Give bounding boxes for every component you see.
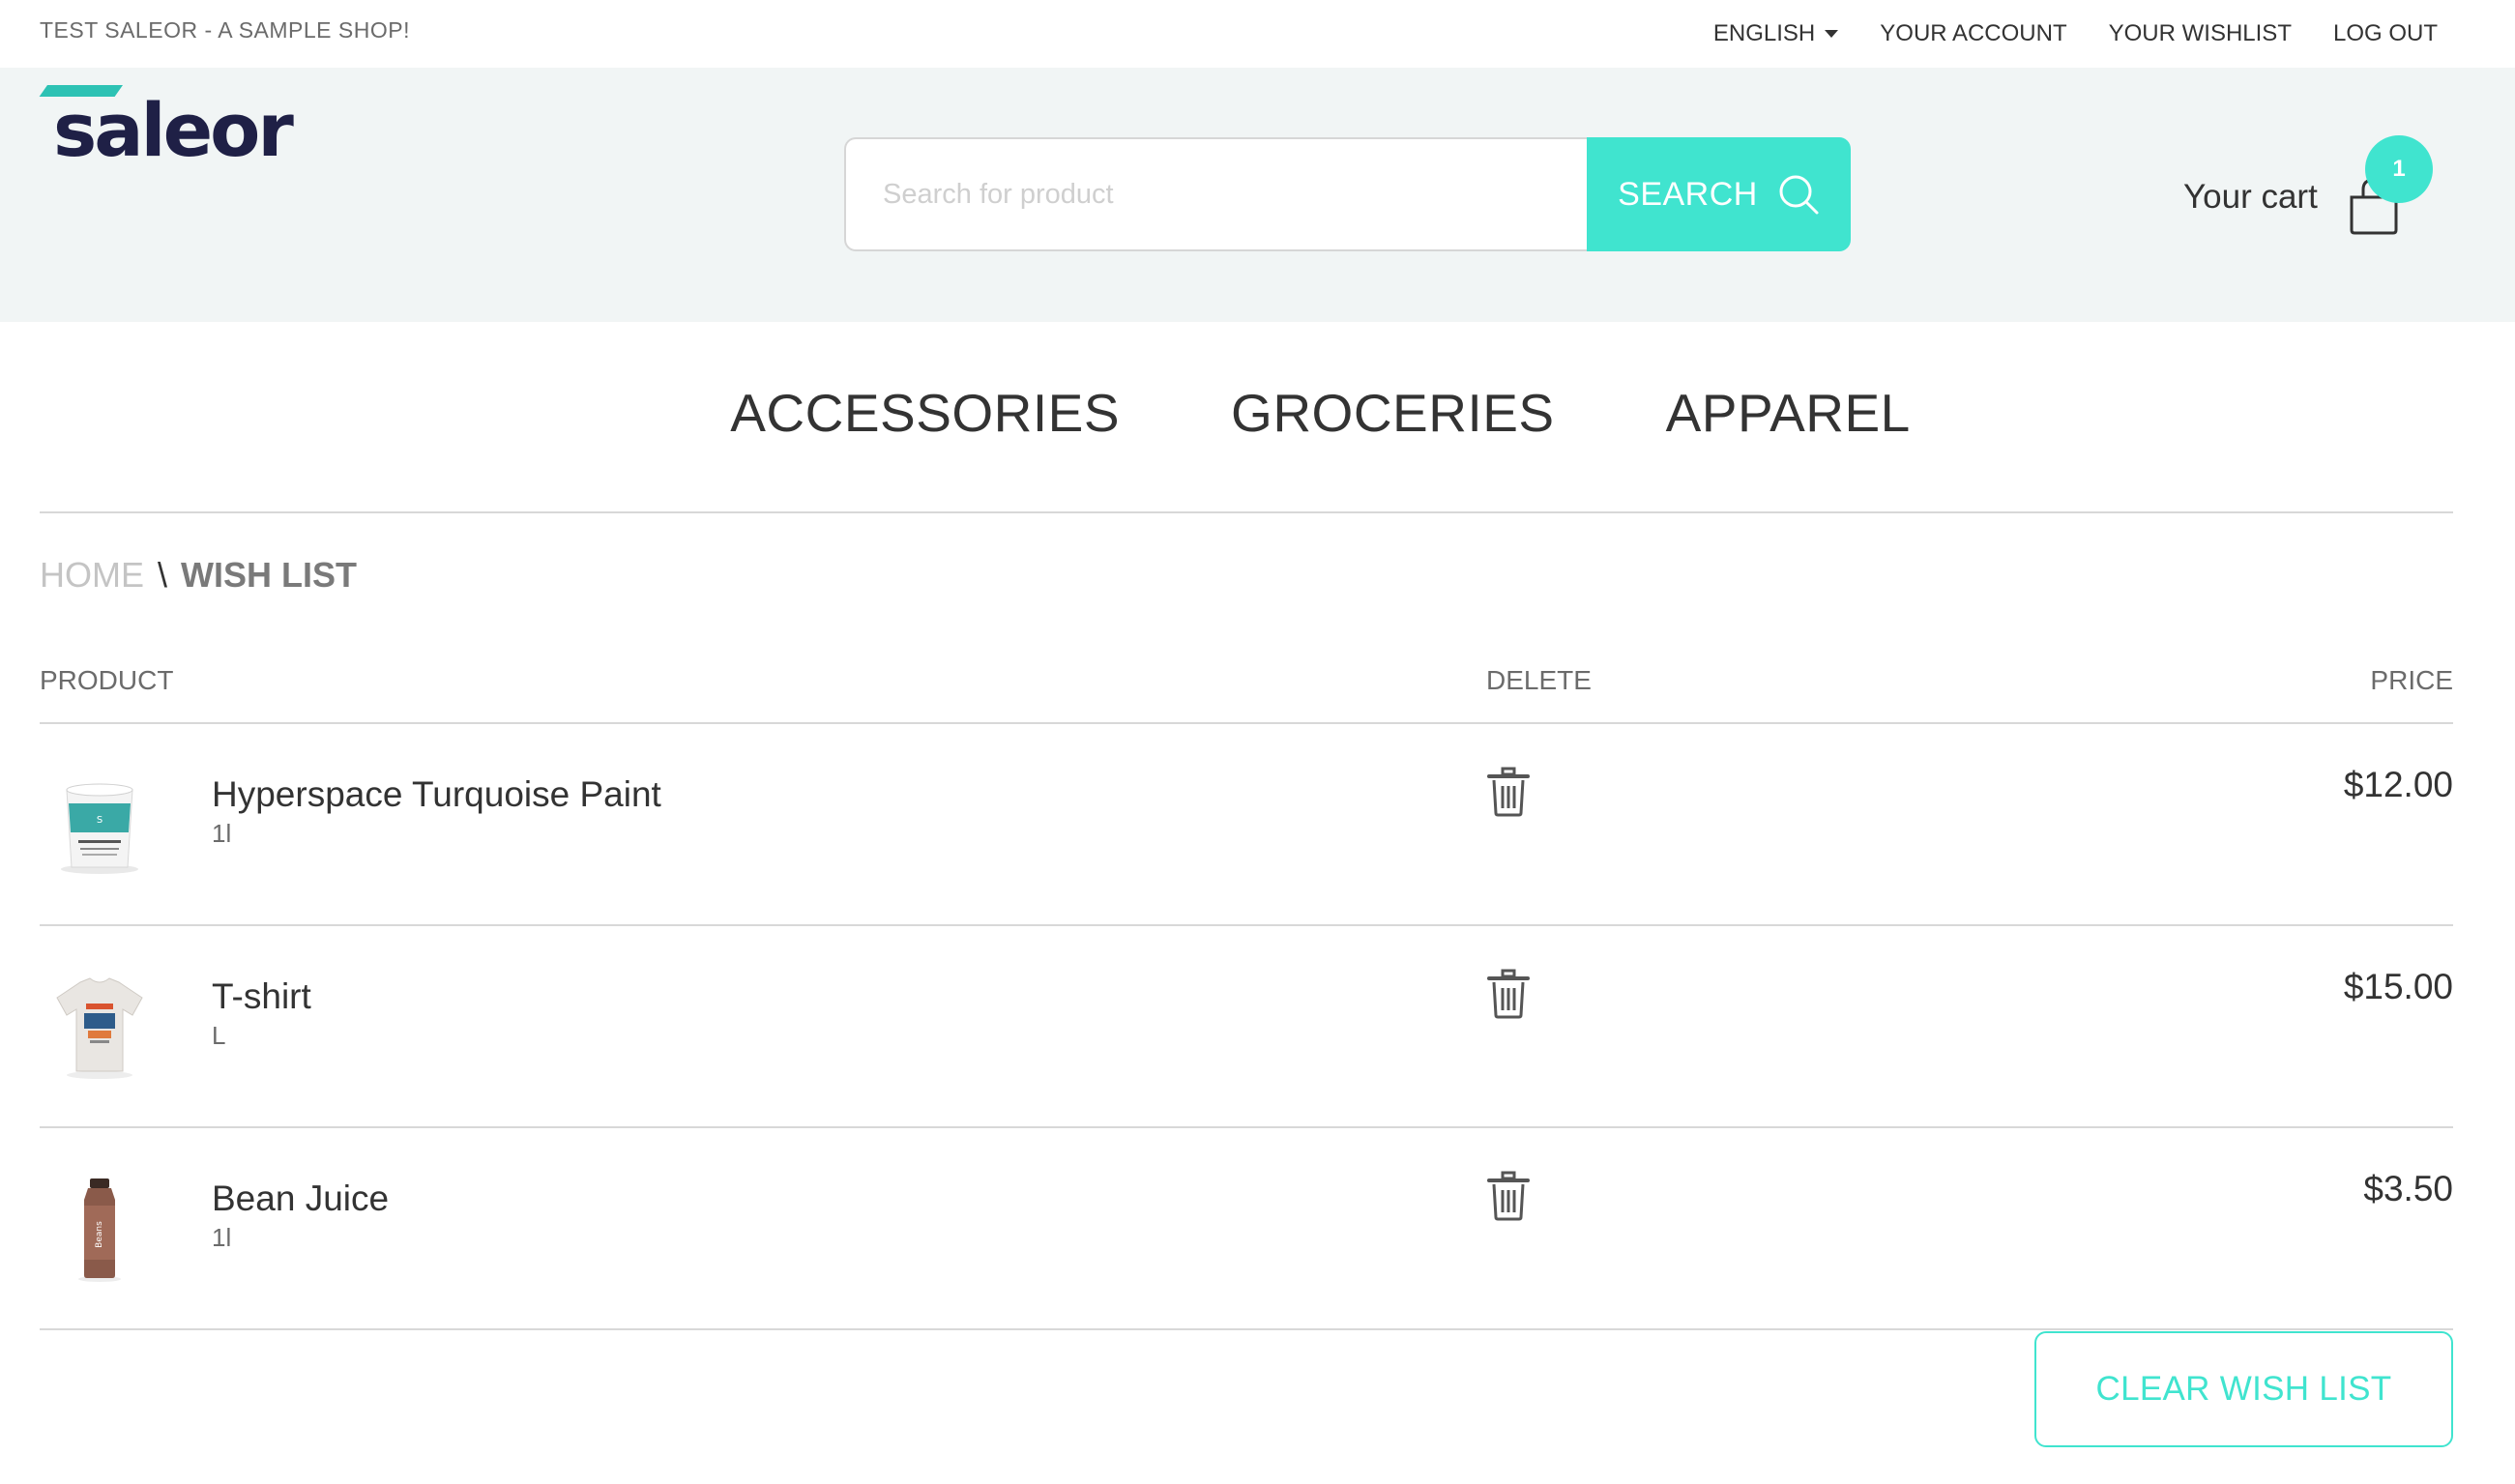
search-icon [1779, 175, 1819, 215]
trash-icon[interactable] [1486, 1171, 1531, 1221]
column-header-price: PRICE [2370, 665, 2453, 695]
breadcrumb-current: WISH LIST [181, 555, 358, 595]
nav-item-groceries[interactable]: GROCERIES [1231, 382, 1555, 444]
logo-text: saleor [53, 87, 294, 173]
breadcrumb-home[interactable]: HOME [40, 555, 144, 596]
nav-item-apparel[interactable]: APPAREL [1666, 382, 1911, 444]
svg-text:Beans: Beans [95, 1221, 104, 1248]
account-link[interactable]: YOUR ACCOUNT [1880, 20, 2066, 47]
product-name[interactable]: Hyperspace Turquoise Paint [212, 774, 661, 815]
search-bar: SEARCH [844, 137, 1851, 251]
juice-bottle-thumbnail[interactable]: Beans [51, 1177, 148, 1285]
product-variant: 1l [212, 819, 232, 848]
product-name[interactable]: Bean Juice [212, 1178, 389, 1219]
cart-count-badge: 1 [2365, 135, 2433, 203]
product-name[interactable]: T-shirt [212, 976, 311, 1017]
tshirt-thumbnail[interactable] [51, 975, 148, 1083]
column-header-product: PRODUCT [40, 665, 174, 695]
nav-divider [40, 511, 2453, 513]
svg-text:S: S [97, 815, 102, 826]
saleor-logo[interactable]: saleor [39, 85, 294, 173]
trash-icon[interactable] [1486, 767, 1531, 817]
logout-link[interactable]: LOG OUT [2333, 20, 2438, 47]
paint-bucket-thumbnail[interactable]: S [51, 772, 148, 881]
search-button[interactable]: SEARCH [1587, 137, 1851, 251]
search-input[interactable] [844, 137, 1589, 251]
category-nav: ACCESSORIES GROCERIES APPAREL [0, 382, 2515, 444]
cart[interactable]: Your cart 1 [2183, 135, 2435, 242]
clear-wishlist-button[interactable]: CLEAR WISH LIST [2034, 1331, 2453, 1447]
column-header-delete: DELETE [1486, 665, 1592, 695]
cart-label: Your cart [2183, 178, 2318, 216]
table-row: Beans Bean Juice 1l $3.50 [40, 1128, 2453, 1330]
breadcrumb: HOME \ WISH LIST [40, 555, 357, 596]
product-price: $3.50 [2363, 1169, 2453, 1208]
caret-down-icon [1825, 30, 1839, 38]
language-selector[interactable]: ENGLISH [1712, 20, 1839, 47]
top-bar: TEST SALEOR - A SAMPLE SHOP! ENGLISH YOU… [0, 0, 2515, 68]
trash-icon[interactable] [1486, 969, 1531, 1019]
nav-item-accessories[interactable]: ACCESSORIES [730, 382, 1120, 444]
product-price: $12.00 [2343, 765, 2453, 804]
table-row: T-shirt L $15.00 [40, 926, 2453, 1128]
product-price: $15.00 [2343, 967, 2453, 1006]
product-variant: L [212, 1021, 226, 1050]
wishlist-link[interactable]: YOUR WISHLIST [2109, 20, 2292, 47]
breadcrumb-separator: \ [158, 555, 168, 595]
table-row: S Hyperspace Turquoise Paint 1l $12.00 [40, 724, 2453, 926]
product-variant: 1l [212, 1223, 232, 1252]
top-links: ENGLISH YOUR ACCOUNT YOUR WISHLIST LOG O… [1713, 20, 2438, 47]
shop-name: TEST SALEOR - A SAMPLE SHOP! [40, 17, 410, 43]
language-label: ENGLISH [1712, 20, 1816, 46]
search-button-label: SEARCH [1618, 175, 1758, 213]
